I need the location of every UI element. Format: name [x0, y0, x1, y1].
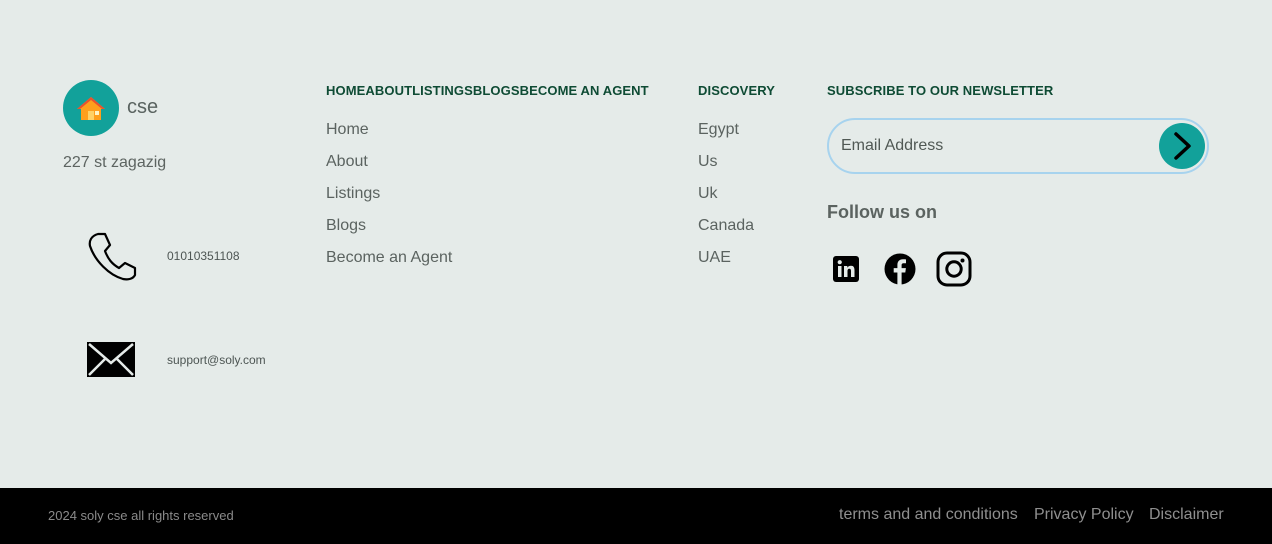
house-icon [77, 97, 105, 120]
linkedin-link[interactable] [827, 250, 865, 288]
follow-us-label: Follow us on [827, 202, 937, 222]
nav-heading-listings[interactable]: LISTINGS [412, 83, 473, 98]
newsletter-form [827, 118, 1209, 174]
nav-heading: HOMEABOUTLISTINGSBLOGSBECOME AN AGENT [326, 83, 649, 98]
nav-link-blogs[interactable]: Blogs [326, 217, 366, 235]
nav-link-home[interactable]: Home [326, 121, 369, 139]
nav-link-about[interactable]: About [326, 153, 368, 171]
chevron-right-icon [1174, 132, 1191, 160]
discovery-heading: DISCOVERY [698, 83, 775, 98]
phone-icon [88, 232, 137, 281]
nav-link-listings[interactable]: Listings [326, 185, 380, 203]
nav-link-become-agent[interactable]: Become an Agent [326, 249, 452, 267]
privacy-policy-link[interactable]: Privacy Policy [1034, 506, 1134, 524]
terms-link[interactable]: terms and and conditions [839, 506, 1018, 524]
instagram-link[interactable] [935, 250, 973, 288]
discovery-link-canada[interactable]: Canada [698, 217, 754, 235]
phone-number[interactable]: 01010351108 [167, 249, 240, 263]
logo[interactable] [63, 80, 119, 136]
nav-heading-become-agent[interactable]: BECOME AN AGENT [520, 83, 649, 98]
instagram-icon [936, 251, 972, 287]
facebook-icon [884, 253, 916, 285]
bottom-bar: 2024 soly cse all rights reserved terms … [0, 488, 1272, 544]
footer-main: cse 227 st zagazig 01010351108 support@s… [0, 0, 1272, 488]
envelope-icon [87, 342, 135, 377]
email-input[interactable] [841, 132, 1141, 160]
newsletter-heading: SUBSCRIBE TO OUR NEWSLETTER [827, 83, 1054, 98]
copyright-text: 2024 soly cse all rights reserved [48, 508, 234, 523]
discovery-link-uk[interactable]: Uk [698, 185, 718, 203]
address: 227 st zagazig [63, 154, 167, 171]
nav-heading-about[interactable]: ABOUT [365, 83, 412, 98]
discovery-link-egypt[interactable]: Egypt [698, 121, 739, 139]
discovery-link-us[interactable]: Us [698, 153, 718, 171]
linkedin-icon [833, 256, 859, 282]
disclaimer-link[interactable]: Disclaimer [1149, 506, 1224, 524]
discovery-link-uae[interactable]: UAE [698, 249, 731, 267]
facebook-link[interactable] [881, 250, 919, 288]
email-address[interactable]: support@soly.com [167, 353, 266, 367]
subscribe-button[interactable] [1159, 123, 1205, 169]
brand-name: cse [127, 96, 159, 118]
nav-heading-home[interactable]: HOME [326, 83, 365, 98]
nav-heading-blogs[interactable]: BLOGS [473, 83, 520, 98]
